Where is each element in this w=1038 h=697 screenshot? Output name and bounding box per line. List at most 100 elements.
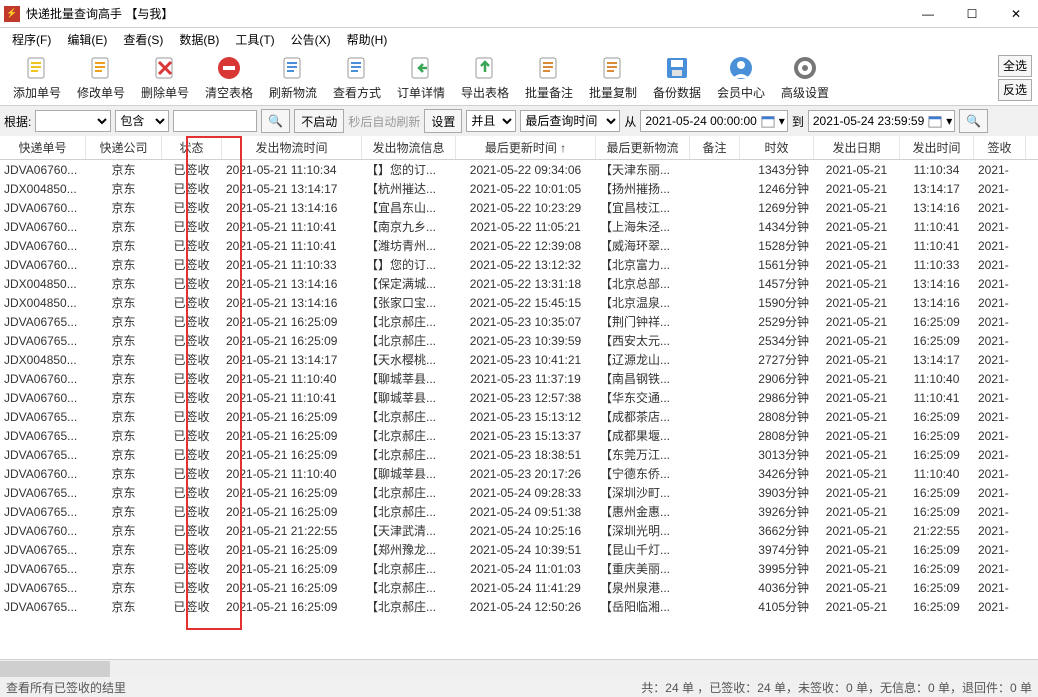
cell: 2021-	[974, 239, 1026, 253]
toolbar-export-button[interactable]: 导出表格	[454, 52, 516, 104]
column-header[interactable]: 发出时间	[900, 136, 974, 159]
cell: 【潍坊青州...	[362, 237, 456, 254]
toolbar-member-button[interactable]: 会员中心	[710, 52, 772, 104]
app-icon: ⚡	[4, 6, 20, 22]
toolbar-copy-button[interactable]: 批量复制	[582, 52, 644, 104]
invert-selection-button[interactable]: 反选	[998, 79, 1032, 101]
search-button[interactable]: 🔍	[261, 109, 290, 133]
horizontal-scrollbar[interactable]	[0, 659, 1038, 677]
menu-item[interactable]: 工具(T)	[229, 29, 280, 50]
menu-item[interactable]: 查看(S)	[117, 29, 169, 50]
cell: 13:14:17	[900, 182, 974, 196]
table-row[interactable]: JDX004850...京东已签收2021-05-21 13:14:17【杭州摧…	[0, 179, 1038, 198]
cell: 2021-05-22 09:34:06	[456, 163, 596, 177]
column-header[interactable]: 签收	[974, 136, 1026, 159]
table-row[interactable]: JDVA06760...京东已签收2021-05-21 21:22:55【天津武…	[0, 521, 1038, 540]
cell: 2021-05-21	[814, 182, 900, 196]
table-row[interactable]: JDVA06760...京东已签收2021-05-21 11:10:33【】您的…	[0, 255, 1038, 274]
cell: 2021-05-24 09:51:38	[456, 505, 596, 519]
table-row[interactable]: JDVA06765...京东已签收2021-05-21 16:25:09【北京郝…	[0, 597, 1038, 616]
close-button[interactable]: ✕	[994, 0, 1038, 28]
filter-field-select[interactable]	[35, 110, 111, 132]
to-date-input[interactable]: 2021-05-24 23:59:59 ▾	[808, 110, 955, 132]
cell: 2021-05-22 10:23:29	[456, 201, 596, 215]
menu-item[interactable]: 程序(F)	[6, 29, 57, 50]
toolbar-note-button[interactable]: 批量备注	[518, 52, 580, 104]
lastquery-select[interactable]: 最后查询时间	[520, 110, 620, 132]
column-header[interactable]: 发出日期	[814, 136, 900, 159]
disable-button[interactable]: 不启动	[294, 109, 344, 133]
from-date-input[interactable]: 2021-05-24 00:00:00 ▾	[640, 110, 787, 132]
table-row[interactable]: JDX004850...京东已签收2021-05-21 13:14:17【天水樱…	[0, 350, 1038, 369]
settings-button[interactable]: 设置	[424, 109, 462, 133]
toolbar-gear-button[interactable]: 高级设置	[774, 52, 836, 104]
filter-op-select[interactable]: 包含	[115, 110, 169, 132]
cell: 3926分钟	[740, 503, 814, 520]
menu-item[interactable]: 编辑(E)	[61, 29, 113, 50]
table-row[interactable]: JDVA06760...京东已签收2021-05-21 11:10:34【】您的…	[0, 160, 1038, 179]
toolbar-save-button[interactable]: 备份数据	[646, 52, 708, 104]
toolbar-edit-button[interactable]: 修改单号	[70, 52, 132, 104]
go-button[interactable]: 🔍	[959, 109, 988, 133]
table-row[interactable]: JDVA06765...京东已签收2021-05-21 16:25:09【北京郝…	[0, 502, 1038, 521]
table-row[interactable]: JDVA06760...京东已签收2021-05-21 11:10:41【潍坊青…	[0, 236, 1038, 255]
menu-item[interactable]: 数据(B)	[173, 29, 225, 50]
cell: 2021-	[974, 581, 1026, 595]
table-row[interactable]: JDX004850...京东已签收2021-05-21 13:14:16【保定满…	[0, 274, 1038, 293]
menu-item[interactable]: 公告(X)	[285, 29, 337, 50]
column-header[interactable]: 快递公司	[86, 136, 162, 159]
table-row[interactable]: JDVA06760...京东已签收2021-05-21 11:10:41【聊城莘…	[0, 388, 1038, 407]
toolbar-del-button[interactable]: 删除单号	[134, 52, 196, 104]
table-row[interactable]: JDVA06765...京东已签收2021-05-21 16:25:09【郑州豫…	[0, 540, 1038, 559]
column-header[interactable]: 快递单号	[0, 136, 86, 159]
cell: 京东	[86, 560, 162, 577]
table-row[interactable]: JDVA06760...京东已签收2021-05-21 13:14:16【宜昌东…	[0, 198, 1038, 217]
cell: 【北京郝庄...	[362, 332, 456, 349]
logic-select[interactable]: 并且	[466, 110, 516, 132]
table-row[interactable]: JDVA06765...京东已签收2021-05-21 16:25:09【北京郝…	[0, 578, 1038, 597]
cell: 2021-05-21	[814, 334, 900, 348]
column-header[interactable]: 状态	[162, 136, 222, 159]
cell: 16:25:09	[900, 543, 974, 557]
table-row[interactable]: JDVA06760...京东已签收2021-05-21 11:10:41【南京九…	[0, 217, 1038, 236]
table-row[interactable]: JDVA06765...京东已签收2021-05-21 16:25:09【北京郝…	[0, 312, 1038, 331]
cell: 2021-	[974, 296, 1026, 310]
toolbar-clear-button[interactable]: 清空表格	[198, 52, 260, 104]
to-date-value: 2021-05-24 23:59:59	[813, 114, 924, 128]
maximize-button[interactable]: ☐	[950, 0, 994, 28]
column-header[interactable]: 最后更新时间 ↑	[456, 136, 596, 159]
cell: 2534分钟	[740, 332, 814, 349]
cell: 2021-05-21 13:14:17	[222, 353, 362, 367]
toolbar-view-button[interactable]: 查看方式	[326, 52, 388, 104]
cell: 2021-05-23 10:39:59	[456, 334, 596, 348]
data-table: 快递单号快递公司状态发出物流时间发出物流信息最后更新时间 ↑最后更新物流备注时效…	[0, 136, 1038, 659]
table-row[interactable]: JDX004850...京东已签收2021-05-21 13:14:16【张家口…	[0, 293, 1038, 312]
table-row[interactable]: JDVA06765...京东已签收2021-05-21 16:25:09【北京郝…	[0, 483, 1038, 502]
column-header[interactable]: 最后更新物流	[596, 136, 690, 159]
table-row[interactable]: JDVA06765...京东已签收2021-05-21 16:25:09【北京郝…	[0, 331, 1038, 350]
menu-item[interactable]: 帮助(H)	[341, 29, 394, 50]
toolbar-detail-button[interactable]: 订单详情	[390, 52, 452, 104]
table-row[interactable]: JDVA06765...京东已签收2021-05-21 16:25:09【北京郝…	[0, 426, 1038, 445]
toolbar-label: 删除单号	[141, 84, 189, 101]
table-row[interactable]: JDVA06760...京东已签收2021-05-21 11:10:40【聊城莘…	[0, 464, 1038, 483]
column-header[interactable]: 备注	[690, 136, 740, 159]
toolbar-refresh-button[interactable]: 刷新物流	[262, 52, 324, 104]
filter-value-input[interactable]	[173, 110, 257, 132]
table-row[interactable]: JDVA06760...京东已签收2021-05-21 11:10:40【聊城莘…	[0, 369, 1038, 388]
column-header[interactable]: 发出物流信息	[362, 136, 456, 159]
table-row[interactable]: JDVA06765...京东已签收2021-05-21 16:25:09【北京郝…	[0, 445, 1038, 464]
table-row[interactable]: JDVA06765...京东已签收2021-05-21 16:25:09【北京郝…	[0, 407, 1038, 426]
column-header[interactable]: 时效	[740, 136, 814, 159]
select-all-button[interactable]: 全选	[998, 55, 1032, 77]
column-header[interactable]: 发出物流时间	[222, 136, 362, 159]
table-row[interactable]: JDVA06765...京东已签收2021-05-21 16:25:09【北京郝…	[0, 559, 1038, 578]
cell: 2021-05-21 16:25:09	[222, 581, 362, 595]
toolbar-add-button[interactable]: 添加单号	[6, 52, 68, 104]
cell: 京东	[86, 199, 162, 216]
cell: 京东	[86, 522, 162, 539]
cell: 已签收	[162, 465, 222, 482]
cell: 京东	[86, 598, 162, 615]
minimize-button[interactable]: —	[906, 0, 950, 28]
cell: 2021-	[974, 334, 1026, 348]
